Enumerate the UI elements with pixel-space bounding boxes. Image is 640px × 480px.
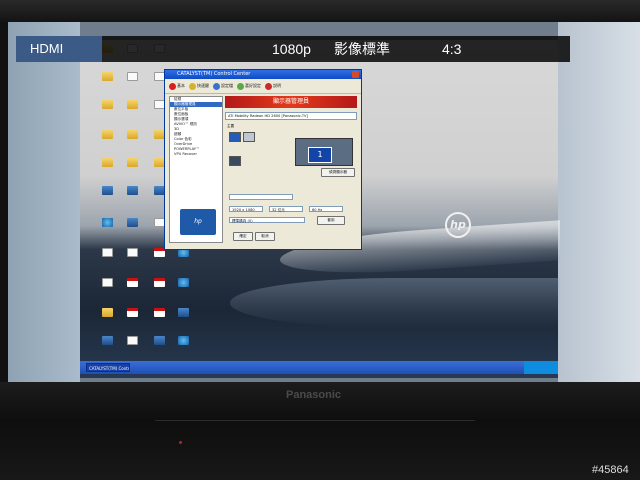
ok-button[interactable]: 確定	[233, 232, 253, 241]
tv-speaker-grille	[155, 420, 475, 437]
primary-label: 主要	[227, 124, 235, 128]
tv-osd-bar: HDMI 1080p 影像標準 4:3	[16, 36, 570, 62]
monitor-small-icon[interactable]	[229, 132, 241, 142]
photo-watermark: #45864	[592, 464, 629, 476]
cancel-button[interactable]: 取消	[255, 232, 275, 241]
display-select-dropdown[interactable]: ATI Mobility Radeon HD 2600 [Panasonic-T…	[225, 112, 357, 120]
toolbar-preferences-button[interactable]: 喜好設定	[237, 82, 261, 90]
profile-icon	[213, 82, 220, 90]
window-title: CATALYST(TM) Control Center	[177, 71, 251, 77]
folder-icon	[153, 130, 165, 139]
osd-input-source: HDMI	[16, 36, 102, 62]
osd-aspect-ratio: 4:3	[442, 41, 462, 57]
navigation-tree: 檢視 顯示器管理員 數位平板 數位面板 顯示選項 AVIVO™ 視訊 3D 超頻…	[169, 96, 223, 243]
refresh-rate-dropdown[interactable]: 60 Hz	[309, 206, 343, 212]
settings-icon	[237, 82, 244, 90]
hp-wallpaper-logo: hp	[445, 212, 471, 238]
window-titlebar[interactable]: CATALYST(TM) Control Center	[165, 70, 361, 79]
desktop-arrangement[interactable]: 1	[295, 138, 353, 166]
web-icon	[177, 336, 189, 345]
rotation-dropdown[interactable]: 標準橫向 (0)	[229, 217, 305, 223]
color-depth-dropdown[interactable]: 32 位元	[269, 206, 303, 212]
detect-displays-button[interactable]: 偵測顯示器	[321, 168, 355, 177]
power-led-icon	[179, 441, 182, 444]
red-circle-icon	[169, 82, 176, 90]
toolbar-basic-button[interactable]: 基本	[169, 82, 185, 90]
system-tray[interactable]	[524, 361, 558, 374]
desktop-icon[interactable]	[158, 308, 208, 318]
display-manager-panel: 顯示器管理員 ATI Mobility Radeon HD 2600 [Pana…	[225, 96, 357, 241]
window-toolbar: 基本 快速鍵 設定檔 喜好設定 說明	[165, 79, 361, 94]
monitor-small-icon[interactable]	[229, 156, 241, 166]
desktop-icon[interactable]	[158, 278, 208, 288]
toolbar-help-button[interactable]: 說明	[265, 82, 281, 90]
help-icon	[265, 82, 272, 90]
panasonic-tv-dropdown[interactable]	[229, 194, 293, 200]
taskbar: CATALYST(TM) Contr...	[80, 361, 558, 374]
resolution-dropdown[interactable]: 1920 x 1080	[229, 206, 263, 212]
taskbar-active-window[interactable]: CATALYST(TM) Contr...	[86, 363, 130, 372]
osd-picture-mode: 影像標準	[334, 41, 390, 57]
pillarbox-right	[558, 22, 640, 382]
desktop-icon[interactable]	[158, 336, 208, 346]
hp-logo: hp	[180, 209, 216, 235]
wallpaper-swoosh-lower	[230, 278, 560, 328]
document-icon	[153, 100, 165, 109]
toolbar-hotkeys-button[interactable]: 快速鍵	[189, 82, 209, 90]
document-icon	[153, 72, 165, 81]
app-icon	[177, 308, 189, 317]
tv-brand-logo: Panasonic	[286, 389, 342, 401]
close-icon[interactable]	[352, 71, 359, 78]
osd-resolution: 1080p	[272, 41, 311, 57]
monitor-number[interactable]: 1	[308, 147, 332, 163]
app-icon	[153, 186, 165, 195]
panel-banner: 顯示器管理員	[225, 96, 357, 108]
pillarbox-left	[8, 22, 80, 382]
toolbar-profiles-button[interactable]: 設定檔	[213, 82, 233, 90]
monitor-small-icon[interactable]	[243, 132, 255, 142]
web-icon	[177, 278, 189, 287]
key-icon	[189, 82, 196, 90]
folder-icon	[153, 158, 165, 167]
apply-button[interactable]: 套用	[317, 216, 345, 225]
tv-bezel-left	[0, 22, 8, 392]
tv-bezel-top	[0, 0, 640, 22]
tree-item[interactable]: VPU Recover	[170, 152, 222, 157]
catalyst-control-center-window: CATALYST(TM) Control Center 基本 快速鍵 設定檔 喜…	[164, 69, 362, 250]
document-icon	[153, 218, 165, 227]
